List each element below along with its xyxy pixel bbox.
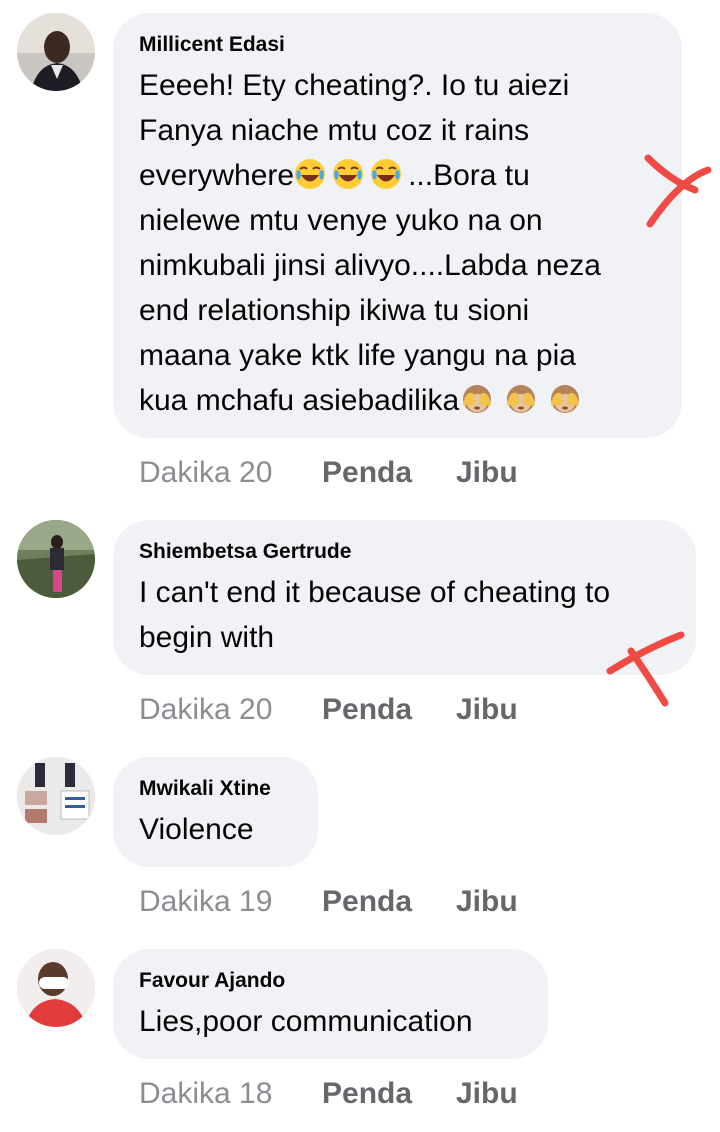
commenter-name[interactable]: Favour Ajando	[139, 967, 522, 995]
reply-button[interactable]: Jibu	[456, 882, 518, 922]
like-button[interactable]: Penda	[322, 690, 456, 730]
commenter-name[interactable]: Mwikali Xtine	[139, 775, 292, 803]
timestamp[interactable]: Dakika 18	[139, 1074, 322, 1114]
comment-bubble: Millicent Edasi Eeeeh! Ety cheating?. Io…	[113, 13, 682, 438]
reply-button[interactable]: Jibu	[456, 690, 518, 730]
joy-emoji-icon	[333, 159, 364, 189]
comment-line: I can't end it because of cheating to	[139, 576, 611, 609]
reply-button[interactable]: Jibu	[456, 1074, 518, 1114]
timestamp[interactable]: Dakika 19	[139, 882, 322, 922]
comment-line-part: everywhere	[139, 159, 295, 192]
comment-bubble: Mwikali Xtine Violence	[113, 757, 318, 867]
comment-line: Fanya niache mtu coz it rains	[139, 114, 530, 147]
joy-emoji-icon	[371, 159, 402, 189]
comment-line: maana yake ktk life yangu na pia	[139, 339, 576, 372]
comment-text: Violence	[139, 807, 292, 852]
comment-line: begin with	[139, 621, 275, 654]
comment-bubble: Favour Ajando Lies,poor communication	[113, 949, 548, 1059]
commenter-name[interactable]: Millicent Edasi	[139, 31, 656, 59]
comment-line: Eeeeh! Ety cheating?. Io tu aiezi	[139, 69, 570, 102]
avatar[interactable]	[17, 757, 95, 835]
comment-actions: Dakika 20 Penda Jibu	[139, 453, 518, 493]
comment-line: end relationship ikiwa tu sioni	[139, 294, 530, 327]
comment-actions: Dakika 19 Penda Jibu	[139, 882, 518, 922]
comment-actions: Dakika 18 Penda Jibu	[139, 1074, 518, 1114]
reply-button[interactable]: Jibu	[456, 453, 518, 493]
avatar[interactable]	[17, 13, 95, 91]
comment-line: Violence	[139, 813, 254, 846]
like-button[interactable]: Penda	[322, 1074, 456, 1114]
like-button[interactable]: Penda	[322, 453, 456, 493]
see-no-evil-emoji-icon	[507, 385, 536, 413]
see-no-evil-emoji-icon	[463, 385, 492, 413]
commenter-name[interactable]: Shiembetsa Gertrude	[139, 538, 670, 566]
comment-text: Eeeeh! Ety cheating?. Io tu aiezi Fanya …	[139, 63, 656, 423]
comment-line: kua mchafu asiebadilika	[139, 378, 656, 423]
comment-actions: Dakika 20 Penda Jibu	[139, 690, 518, 730]
like-button[interactable]: Penda	[322, 882, 456, 922]
comment-line: nimkubali jinsi alivyo....Labda neza	[139, 249, 601, 282]
joy-emoji-icon	[295, 159, 326, 189]
comment-line-part: ...Bora tu	[408, 159, 530, 192]
avatar[interactable]	[17, 520, 95, 598]
timestamp[interactable]: Dakika 20	[139, 690, 322, 730]
comment-line-part: kua mchafu asiebadilika	[139, 384, 460, 417]
comment-line: Lies,poor communication	[139, 1005, 473, 1038]
comment-line: everywhere ...Bora tu	[139, 153, 656, 198]
red-x-mark-icon	[644, 154, 712, 228]
comment-line: nielewe mtu venye yuko na on	[139, 204, 543, 237]
see-no-evil-emoji-icon	[551, 385, 580, 413]
comment-text: I can't end it because of cheating to be…	[139, 570, 670, 660]
timestamp[interactable]: Dakika 20	[139, 453, 322, 493]
comment-text: Lies,poor communication	[139, 999, 522, 1044]
avatar[interactable]	[17, 949, 95, 1027]
red-x-mark-icon	[606, 631, 685, 707]
